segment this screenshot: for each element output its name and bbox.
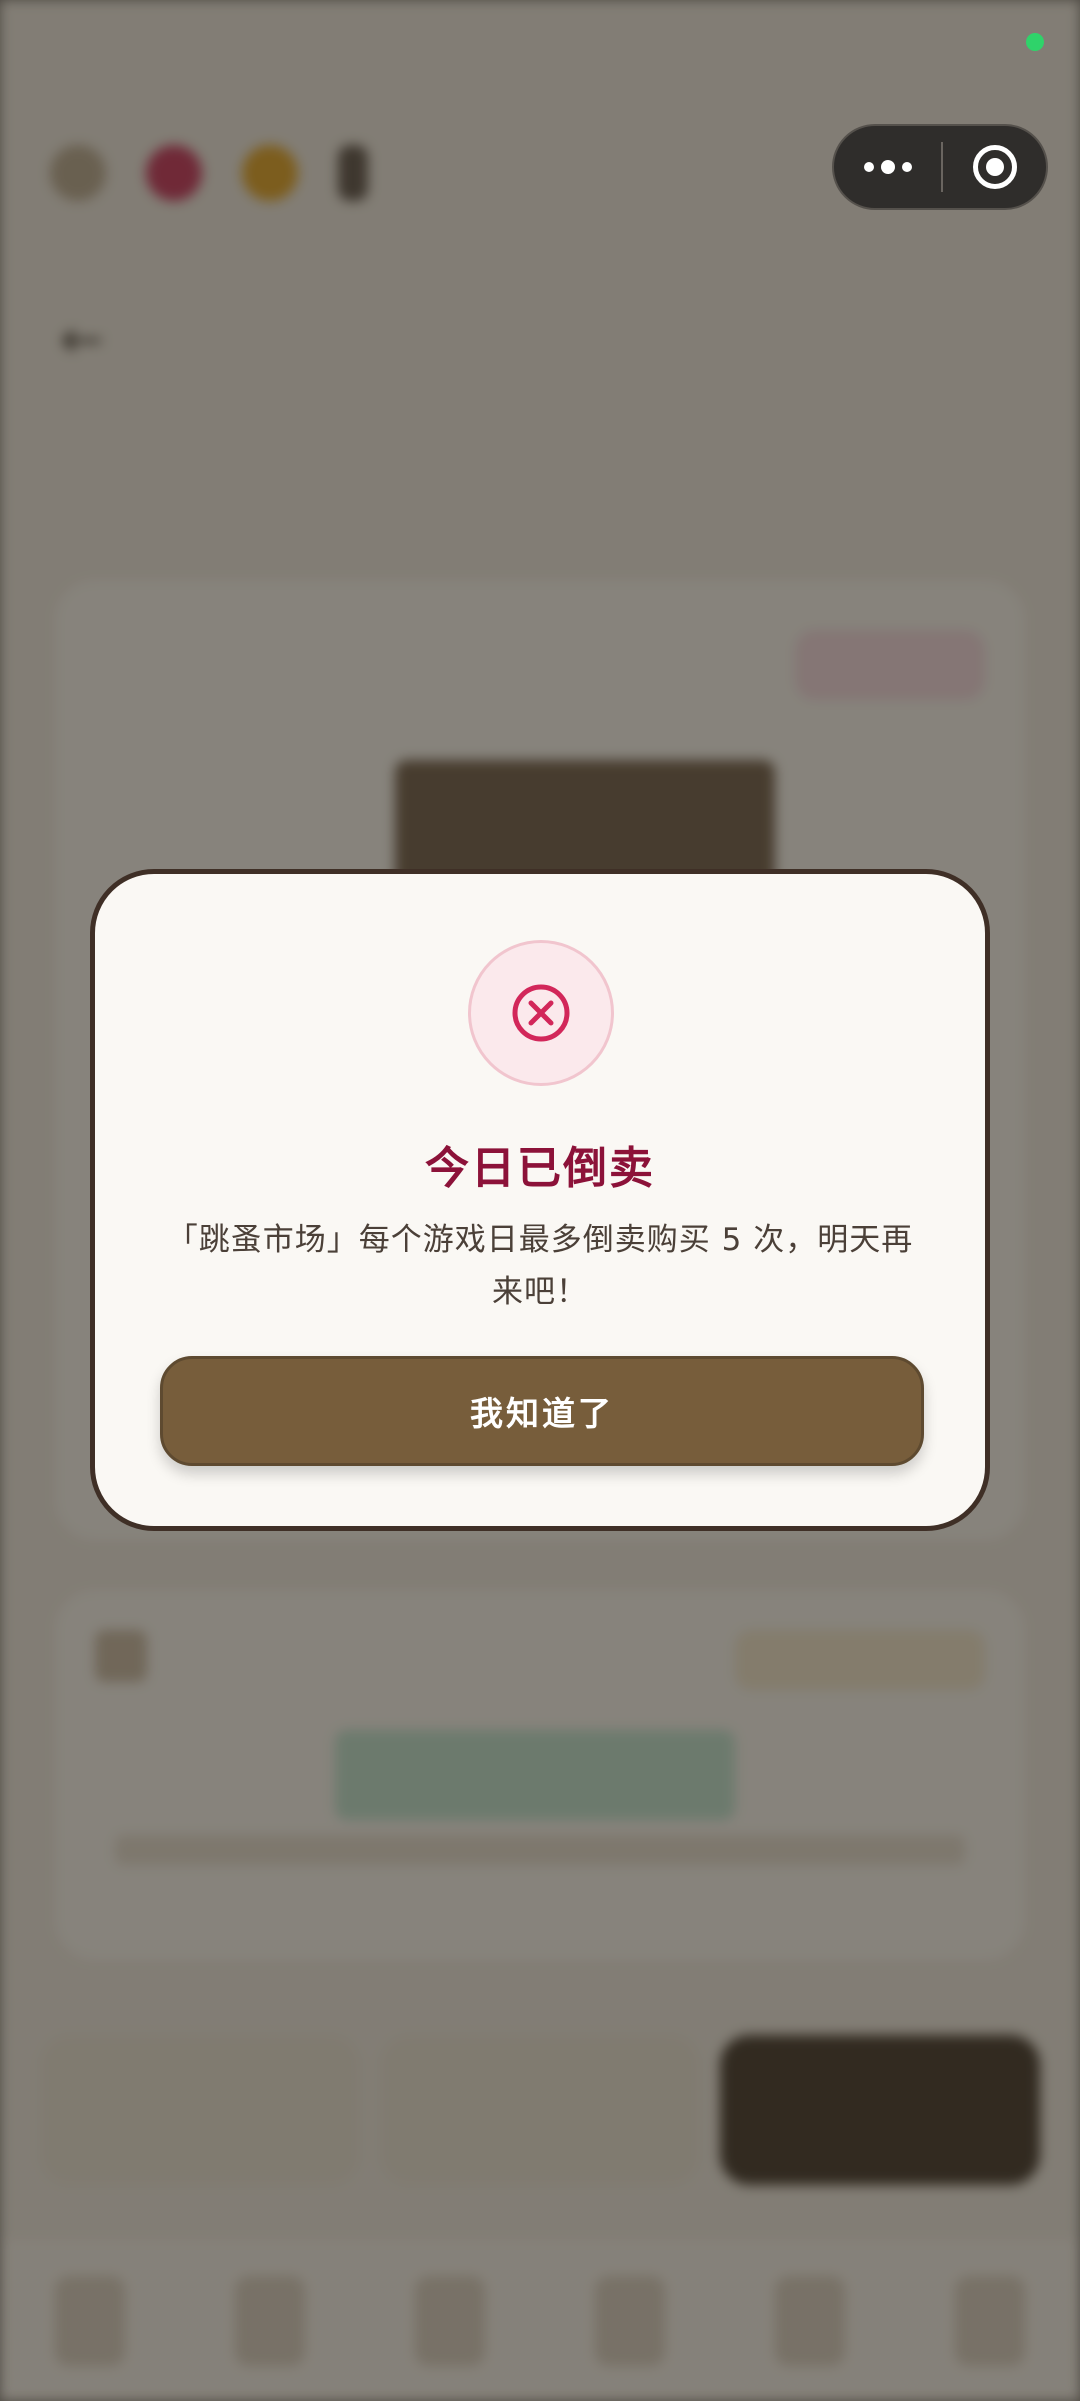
recording-indicator-dot bbox=[1026, 33, 1044, 51]
error-x-circle-icon bbox=[468, 940, 614, 1086]
confirm-button[interactable]: 我知道了 bbox=[160, 1356, 924, 1466]
more-dots-icon[interactable] bbox=[834, 126, 941, 208]
miniprogram-capsule bbox=[832, 124, 1048, 210]
dialog-title: 今日已倒卖 bbox=[425, 1143, 655, 1194]
target-circle-icon[interactable] bbox=[943, 126, 1046, 208]
sold-out-dialog: 今日已倒卖 「跳蚤市场」每个游戏日最多倒卖购买 5 次，明天再来吧！ 我知道了 bbox=[90, 869, 990, 1531]
dialog-message: 「跳蚤市场」每个游戏日最多倒卖购买 5 次，明天再来吧！ bbox=[166, 1222, 914, 1310]
